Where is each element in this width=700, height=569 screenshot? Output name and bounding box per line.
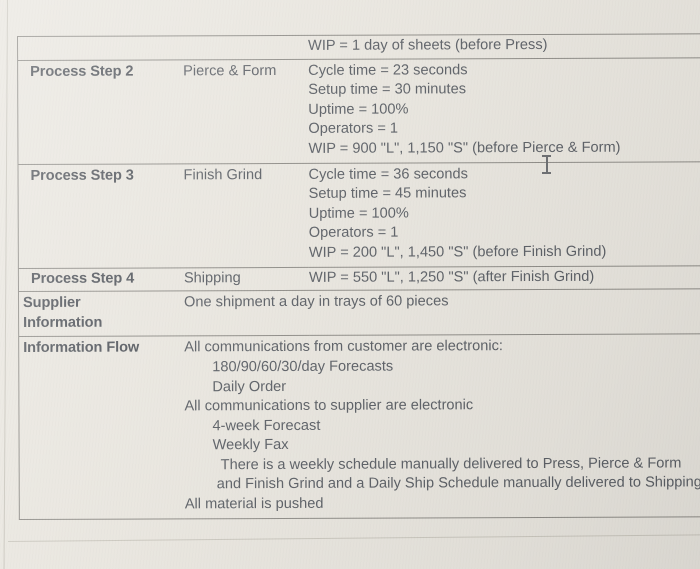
detail-line: One shipment a day in trays of 60 pieces (183, 293, 449, 311)
row-label-cell (17, 35, 184, 61)
detail-line: Daily Order (212, 378, 287, 395)
process-data-table-wrapper: WIP = 1 day of sheets (before Press) Pro… (17, 33, 700, 520)
page-edge-bottom-line (7, 534, 700, 542)
detail-line: 180/90/60/30/day Forecasts (212, 358, 394, 376)
row-name-cell: Pierce & Form (183, 58, 309, 164)
row-name-cell (183, 35, 309, 60)
detail-line: All material is pushed (184, 495, 324, 513)
detail-line: Setup time = 30 minutes (308, 81, 467, 99)
detail-line: WIP = 200 "L", 1,450 "S" (before Finish … (308, 243, 607, 261)
detail-line: Uptime = 100% (308, 101, 409, 118)
row-name-cell: One shipment a day in trays of 60 pieces (183, 290, 449, 337)
row-details-cell: Cycle time = 36 seconds Setup time = 45 … (308, 161, 700, 267)
row-label-cell: Process Step 4 (18, 267, 184, 292)
row-label-cell: Process Step 2 (17, 59, 184, 165)
detail-line: WIP = 900 "L", 1,150 "S" (before Pierce … (308, 139, 621, 157)
table-row: Process Step 2 Pierce & Form Cycle time … (17, 57, 700, 165)
row-details-cell: WIP = 1 day of sheets (before Press) (307, 33, 700, 59)
row-details-cell: Cycle time = 23 seconds Setup time = 30 … (308, 57, 700, 163)
detail-line: WIP = 550 "L", 1,250 "S" (after Finish G… (308, 268, 595, 286)
table-row: Supplier Information One shipment a day … (18, 288, 700, 337)
detail-line: There is a weekly schedule manually deli… (220, 455, 682, 474)
row-label-cell: Supplier Information (18, 290, 185, 337)
row-details-cell: All communications from customer are ele… (184, 334, 700, 519)
table-row: Process Step 3 Finish Grind Cycle time =… (17, 161, 700, 269)
table-row: Process Step 4 Shipping WIP = 550 "L", 1… (18, 265, 700, 292)
detail-line: and Finish Grind and a Daily Ship Schedu… (216, 474, 700, 493)
table-row: WIP = 1 day of sheets (before Press) (17, 33, 700, 61)
detail-line: Setup time = 45 minutes (308, 185, 467, 203)
row-label-line: Supplier (22, 294, 81, 312)
detail-line: All communications to supplier are elect… (184, 397, 474, 415)
row-details-cell: WIP = 550 "L", 1,250 "S" (after Finish G… (308, 265, 700, 291)
row-label-line: Information (23, 314, 103, 331)
row-name-cell: Finish Grind (183, 162, 309, 268)
detail-line: Operators = 1 (308, 224, 399, 242)
detail-line: Operators = 1 (308, 120, 399, 138)
row-name-cell: Shipping (183, 266, 309, 291)
detail-line: Cycle time = 23 seconds (308, 61, 468, 79)
detail-line: Weekly Fax (212, 437, 289, 454)
process-data-table: WIP = 1 day of sheets (before Press) Pro… (17, 33, 700, 520)
table-row: Information Flow All communications from… (18, 334, 700, 520)
row-label-cell: Information Flow (18, 336, 185, 520)
detail-line: All communications from customer are ele… (184, 338, 503, 356)
detail-line: Uptime = 100% (308, 205, 409, 222)
detail-line: 4-week Forecast (212, 417, 321, 434)
detail-line: Cycle time = 36 seconds (308, 165, 468, 183)
row-label-cell: Process Step 3 (17, 163, 184, 269)
detail-line: WIP = 1 day of sheets (before Press) (308, 36, 548, 54)
table-body: WIP = 1 day of sheets (before Press) Pro… (17, 33, 700, 520)
page-edge-left-line (3, 0, 8, 569)
